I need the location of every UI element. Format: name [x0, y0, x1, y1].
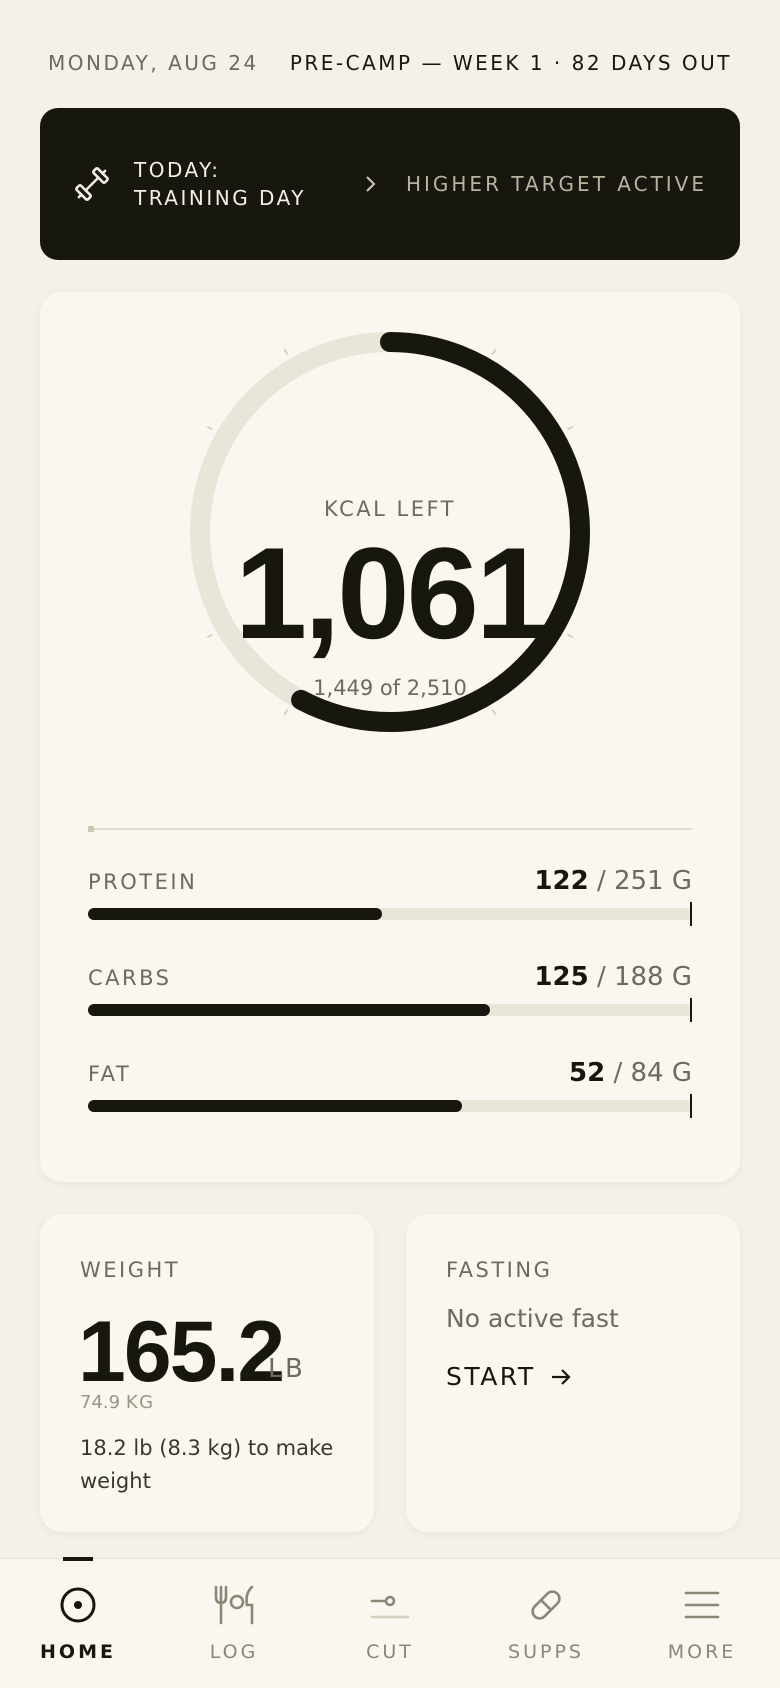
weight-card[interactable]: WEIGHT 165.2 LB 74.9 KG 18.2 lb (8.3 kg)…: [40, 1214, 374, 1532]
day-type-line2: TRAINING DAY: [134, 186, 306, 210]
macro-current: 125: [534, 962, 589, 992]
day-type: TODAY: TRAINING DAY: [134, 156, 306, 212]
macro-target-marker: [690, 998, 692, 1022]
tab-label: SUPPS: [508, 1641, 584, 1663]
weight-label: WEIGHT: [80, 1258, 181, 1282]
day-type-line1: TODAY:: [134, 158, 221, 182]
macro-current: 52: [569, 1058, 606, 1088]
weight-kg: 74.9 KG: [80, 1392, 155, 1413]
weight-kg-value: 74.9: [80, 1392, 121, 1413]
macro-target-marker: [690, 1094, 692, 1118]
ring-tick: [283, 348, 289, 355]
macro-current: 122: [534, 866, 589, 896]
macro-target-marker: [690, 902, 692, 926]
training-day-banner[interactable]: TODAY: TRAINING DAY HIGHER TARGET ACTIVE: [40, 108, 740, 260]
date-label: MONDAY, AUG 24: [48, 51, 259, 75]
macro-values: 52 / 84 G: [569, 1058, 692, 1088]
tab-cut[interactable]: CUT: [312, 1559, 468, 1688]
tab-more[interactable]: MORE: [624, 1559, 780, 1688]
macro-name: FAT: [88, 1062, 132, 1086]
calorie-ring: KCAL LEFT 1,061 1,449 of 2,510: [190, 332, 590, 732]
pill-icon: [531, 1590, 561, 1620]
camp-status: PRE-CAMP — WEEK 1 · 82 DAYS OUT: [289, 51, 732, 75]
macro-name: PROTEIN: [88, 870, 198, 894]
macro-target: / 188 G: [596, 962, 692, 992]
macro-values: 125 / 188 G: [534, 962, 692, 992]
macro-fill: [88, 908, 382, 920]
tab-label: LOG: [209, 1641, 259, 1663]
ring-tick: [206, 425, 213, 431]
ring-tick: [283, 709, 289, 716]
macro-fill: [88, 1100, 462, 1112]
macro-fat: FAT 52 / 84 G: [88, 1058, 692, 1132]
tab-label: CUT: [366, 1641, 414, 1663]
macro-track: [88, 1100, 692, 1112]
ring-tick: [491, 709, 497, 716]
tab-supps[interactable]: SUPPS: [468, 1559, 624, 1688]
divider: [88, 826, 692, 832]
kcal-left-value: 1,061: [234, 520, 548, 666]
weight-note: 18.2 lb (8.3 kg) to make weight: [80, 1436, 334, 1493]
tab-label: MORE: [667, 1641, 737, 1663]
weight-unit: LB: [268, 1354, 306, 1384]
macro-track: [88, 1004, 692, 1016]
macro-values: 122 / 251 G: [534, 866, 692, 896]
cut-scale-icon: [370, 1595, 410, 1619]
bottom-tab-bar: HOME LOG CUT SUPPS MORE: [0, 1557, 780, 1688]
dumbbell-icon: [75, 167, 109, 201]
home-target-icon: [60, 1587, 96, 1623]
start-fast-button[interactable]: START: [446, 1362, 572, 1391]
nutrition-card: KCAL LEFT 1,061 1,449 of 2,510 PROTEIN 1…: [40, 292, 740, 1182]
macro-target: / 84 G: [613, 1058, 692, 1088]
fasting-status: No active fast: [446, 1304, 619, 1333]
top-bar: MONDAY, AUG 24 PRE-CAMP — WEEK 1 · 82 DA…: [48, 46, 732, 80]
ring-tick: [491, 348, 497, 355]
menu-icon: [684, 1591, 720, 1619]
macro-fill: [88, 1004, 490, 1016]
ring-tick: [567, 425, 574, 431]
macro-name: CARBS: [88, 966, 172, 990]
tab-label: HOME: [40, 1641, 116, 1663]
arrow-right-icon: [551, 1368, 571, 1385]
target-status: HIGHER TARGET ACTIVE: [405, 172, 707, 196]
macro-protein: PROTEIN 122 / 251 G: [88, 866, 692, 940]
macro-track: [88, 908, 692, 920]
fasting-label: FASTING: [446, 1258, 553, 1282]
macro-target: / 251 G: [596, 866, 692, 896]
fork-knife-icon: [214, 1585, 254, 1625]
chevron-right-icon: [366, 176, 376, 192]
macro-carbs: CARBS 125 / 188 G: [88, 962, 692, 1036]
fasting-card: FASTING No active fast START: [406, 1214, 740, 1532]
weight-kg-unit: KG: [125, 1392, 155, 1413]
tab-log[interactable]: LOG: [156, 1559, 312, 1688]
weight-value: 165.2: [78, 1304, 285, 1400]
kcal-left-label: KCAL LEFT: [323, 497, 457, 521]
start-fast-label: START: [446, 1362, 536, 1391]
tab-home[interactable]: HOME: [0, 1557, 156, 1688]
kcal-summary: 1,449 of 2,510: [313, 676, 467, 700]
